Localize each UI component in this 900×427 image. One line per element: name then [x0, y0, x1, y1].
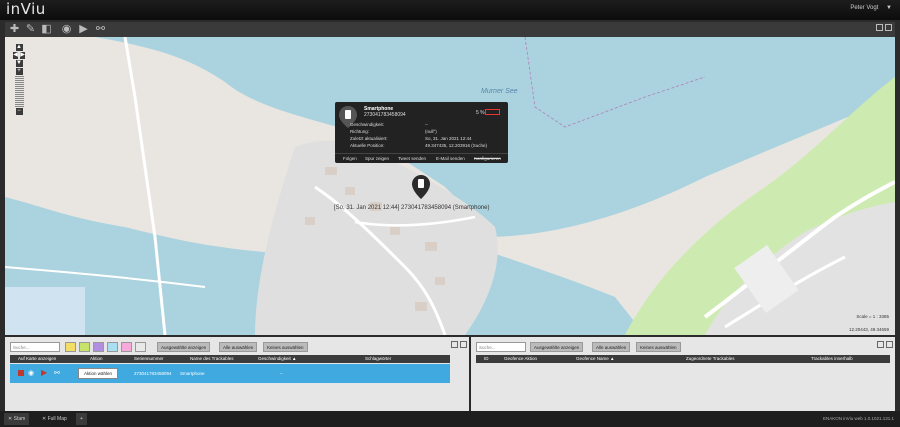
map-view[interactable]: ▲ ◀ ▶ ▼ + − Murner See Smartphone 273041…	[5, 37, 895, 335]
email-button[interactable]: E-Mail senden	[436, 156, 465, 161]
map-toolbar: ✚ ✎ ◧ ◉ ▶ ⚯	[5, 22, 895, 37]
close-icon[interactable]	[885, 24, 892, 31]
eye-icon[interactable]: ◉	[28, 369, 34, 377]
device-popup: Smartphone 273041783458094 5 % Geschwind…	[335, 102, 508, 163]
geofences-search-input[interactable]: Suche...	[476, 342, 526, 352]
add-icon[interactable]: ✚	[8, 23, 21, 36]
pan-up-icon[interactable]: ▲	[15, 44, 23, 51]
play-icon[interactable]: ▶	[41, 368, 47, 377]
eye-icon[interactable]: ◉	[60, 23, 73, 36]
select-none-button[interactable]: Keines auswählen	[263, 342, 308, 352]
marker-label: [So, 31. Jan 2021 12:44] 273041783458094…	[334, 205, 490, 211]
select-all-button[interactable]: Alle auswählen	[592, 342, 631, 352]
cursor-coordinates: 12.20443, 49.34659	[848, 327, 889, 332]
battery-percent: 5 %	[476, 110, 485, 116]
edit-icon[interactable]: ✎	[24, 23, 37, 36]
color-filter-pink[interactable]	[121, 342, 132, 352]
chevron-down-icon: ▼	[886, 5, 892, 11]
map-canvas	[5, 37, 895, 335]
zoom-control: ▲ ◀ ▶ ▼ + −	[12, 43, 26, 116]
zoom-out-icon[interactable]: −	[15, 108, 23, 115]
popup-row: Zuletzt aktualisiert: So, 31. Jan 2021 1…	[350, 136, 472, 141]
pan-down-icon[interactable]: ▼	[15, 60, 23, 67]
select-none-button[interactable]: Keines auswählen	[636, 342, 681, 352]
close-icon[interactable]	[886, 341, 893, 348]
pan-left-icon[interactable]: ◀	[13, 52, 18, 59]
popup-row: Richtung: (null°)	[350, 129, 437, 134]
popup-row: Aktuelle Position: 49.347435, 12.203916 …	[350, 143, 488, 148]
tweet-button[interactable]: Tweet senden	[398, 156, 426, 161]
restore-icon[interactable]	[876, 24, 883, 31]
show-track-button[interactable]: Spur zeigen	[365, 156, 389, 161]
add-tab-button[interactable]: +	[76, 413, 87, 425]
lake-label: Murner See	[481, 88, 518, 95]
user-name: Peter Vogt	[850, 5, 879, 11]
show-selected-button[interactable]: Ausgewählte anzeigen	[157, 342, 211, 352]
color-filter-gray[interactable]	[135, 342, 146, 352]
geofences-table-header: ID Geofence Aktion Geofence Name ▲ Zugeo…	[476, 355, 890, 363]
fence-icon[interactable]: ◧	[40, 23, 53, 36]
show-selected-button[interactable]: Ausgewählte anzeigen	[530, 342, 584, 352]
map-scale: Scale = 1 : 3385	[856, 314, 889, 319]
stop-icon[interactable]	[18, 370, 24, 376]
tab-start[interactable]: ✕ Stam	[4, 413, 30, 425]
version-text: ENAKON inViu web 1.0.1021.131.1	[823, 416, 894, 421]
serial-cell: 273041783458094	[134, 371, 172, 376]
user-menu[interactable]: Peter Vogt ▼	[850, 5, 892, 11]
app-logo: inViu	[6, 0, 46, 18]
app-header: inViu Peter Vogt ▼	[0, 0, 900, 20]
popup-actions: Folgen Spur zeigen Tweet senden E-Mail s…	[335, 153, 508, 163]
zoom-in-icon[interactable]: +	[15, 68, 23, 75]
geofences-panel: Suche... Ausgewählte anzeigen Alle auswä…	[471, 337, 895, 411]
tab-full-map[interactable]: ✕ Full Map	[38, 413, 71, 425]
device-marker-icon[interactable]	[412, 175, 430, 199]
popup-serial: 273041783458094	[364, 112, 406, 118]
trackables-search-input[interactable]: Suche...	[10, 342, 60, 352]
restore-icon[interactable]	[451, 341, 458, 348]
configure-button[interactable]: Konfigurieren	[474, 156, 501, 161]
color-filter-yellow[interactable]	[65, 342, 76, 352]
link-icon[interactable]: ⚯	[54, 369, 60, 377]
name-cell: Smartphone	[180, 371, 205, 376]
trackables-panel: Suche... Ausgewählte anzeigen Alle auswä…	[5, 337, 469, 411]
color-filter-purple[interactable]	[93, 342, 104, 352]
color-filter-green[interactable]	[79, 342, 90, 352]
restore-icon[interactable]	[877, 341, 884, 348]
battery-icon	[485, 109, 500, 115]
close-icon[interactable]	[460, 341, 467, 348]
table-row[interactable]: ◉ ▶ ⚯ Aktion wählen 273041783458094 Smar…	[10, 364, 450, 383]
popup-row: Geschwindigkeit: --	[350, 122, 428, 127]
speed-cell: --	[280, 371, 283, 376]
bottom-tab-bar: ✕ Stam ✕ Full Map + ENAKON inViu web 1.0…	[0, 411, 900, 427]
link-icon[interactable]: ⚯	[94, 23, 107, 36]
action-select-button[interactable]: Aktion wählen	[78, 368, 118, 379]
follow-button[interactable]: Folgen	[343, 156, 357, 161]
color-filter-blue[interactable]	[107, 342, 118, 352]
pan-right-icon[interactable]: ▶	[20, 52, 25, 59]
trackables-table-header: Auf Karte anzeigen Aktion Seriennummer N…	[10, 355, 450, 363]
play-icon[interactable]: ▶	[77, 23, 90, 36]
select-all-button[interactable]: Alle auswählen	[219, 342, 258, 352]
